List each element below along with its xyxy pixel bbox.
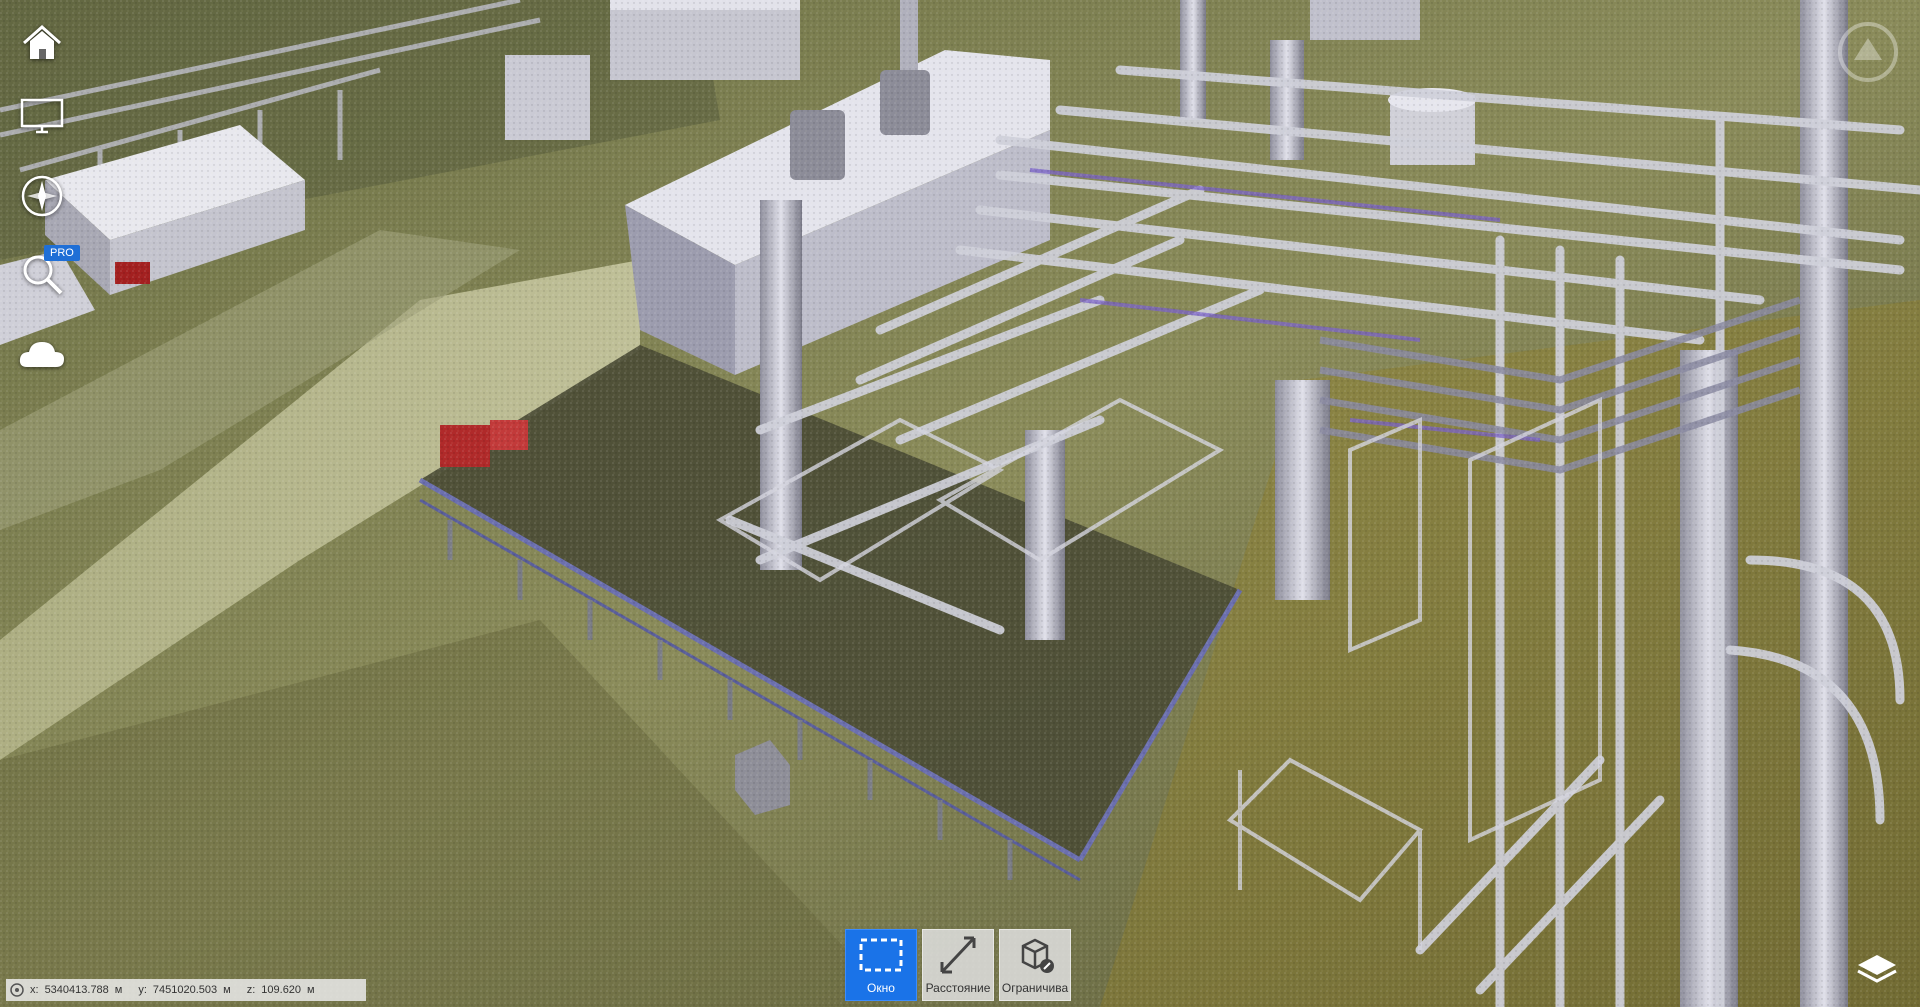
x-unit: м: [114, 984, 123, 996]
logo-watermark-icon: [1838, 22, 1898, 82]
coordinates-icon: [10, 983, 24, 997]
home-icon: [23, 24, 61, 59]
navigation-button[interactable]: [14, 170, 70, 222]
selection-window-icon: [859, 938, 903, 972]
home-button[interactable]: [14, 17, 70, 69]
window-select-label: Окно: [867, 981, 895, 995]
clip-box-label: Ограничива: [1001, 981, 1069, 995]
bottom-toolbar: Окно Расстояние Ограничива: [845, 929, 1071, 1001]
clip-box-icon: [1021, 938, 1054, 973]
distance-button[interactable]: Расстояние: [922, 929, 994, 1001]
layers-button[interactable]: [1852, 944, 1902, 994]
cloud-icon: [19, 342, 64, 367]
layers-icon: [1857, 955, 1897, 983]
distance-label: Расстояние: [925, 981, 991, 995]
y-unit: м: [223, 984, 231, 996]
y-label: y:: [138, 984, 147, 996]
measure-distance-icon: [940, 936, 976, 974]
display-button[interactable]: [14, 91, 70, 143]
window-select-button[interactable]: Окно: [845, 929, 917, 1001]
point-cloud-scene[interactable]: [0, 0, 1920, 1007]
y-value: 7451020.503: [152, 984, 218, 996]
x-label: x:: [30, 984, 39, 996]
coordinates-bar: x: 5340413.788 м y: 7451020.503 м z: 109…: [6, 979, 366, 1001]
z-unit: м: [307, 984, 315, 996]
cloud-button[interactable]: [14, 328, 70, 380]
pro-badge: PRO: [44, 245, 80, 261]
point-cloud-viewport[interactable]: PRO Окно Расстояние Ограничива x: 534041…: [0, 0, 1920, 1007]
clip-box-button[interactable]: Ограничива: [999, 929, 1071, 1001]
x-value: 5340413.788: [44, 984, 109, 996]
z-value: 109.620: [261, 984, 302, 996]
compass-icon: [21, 175, 63, 217]
monitor-icon: [20, 98, 64, 134]
z-label: z:: [246, 984, 256, 996]
